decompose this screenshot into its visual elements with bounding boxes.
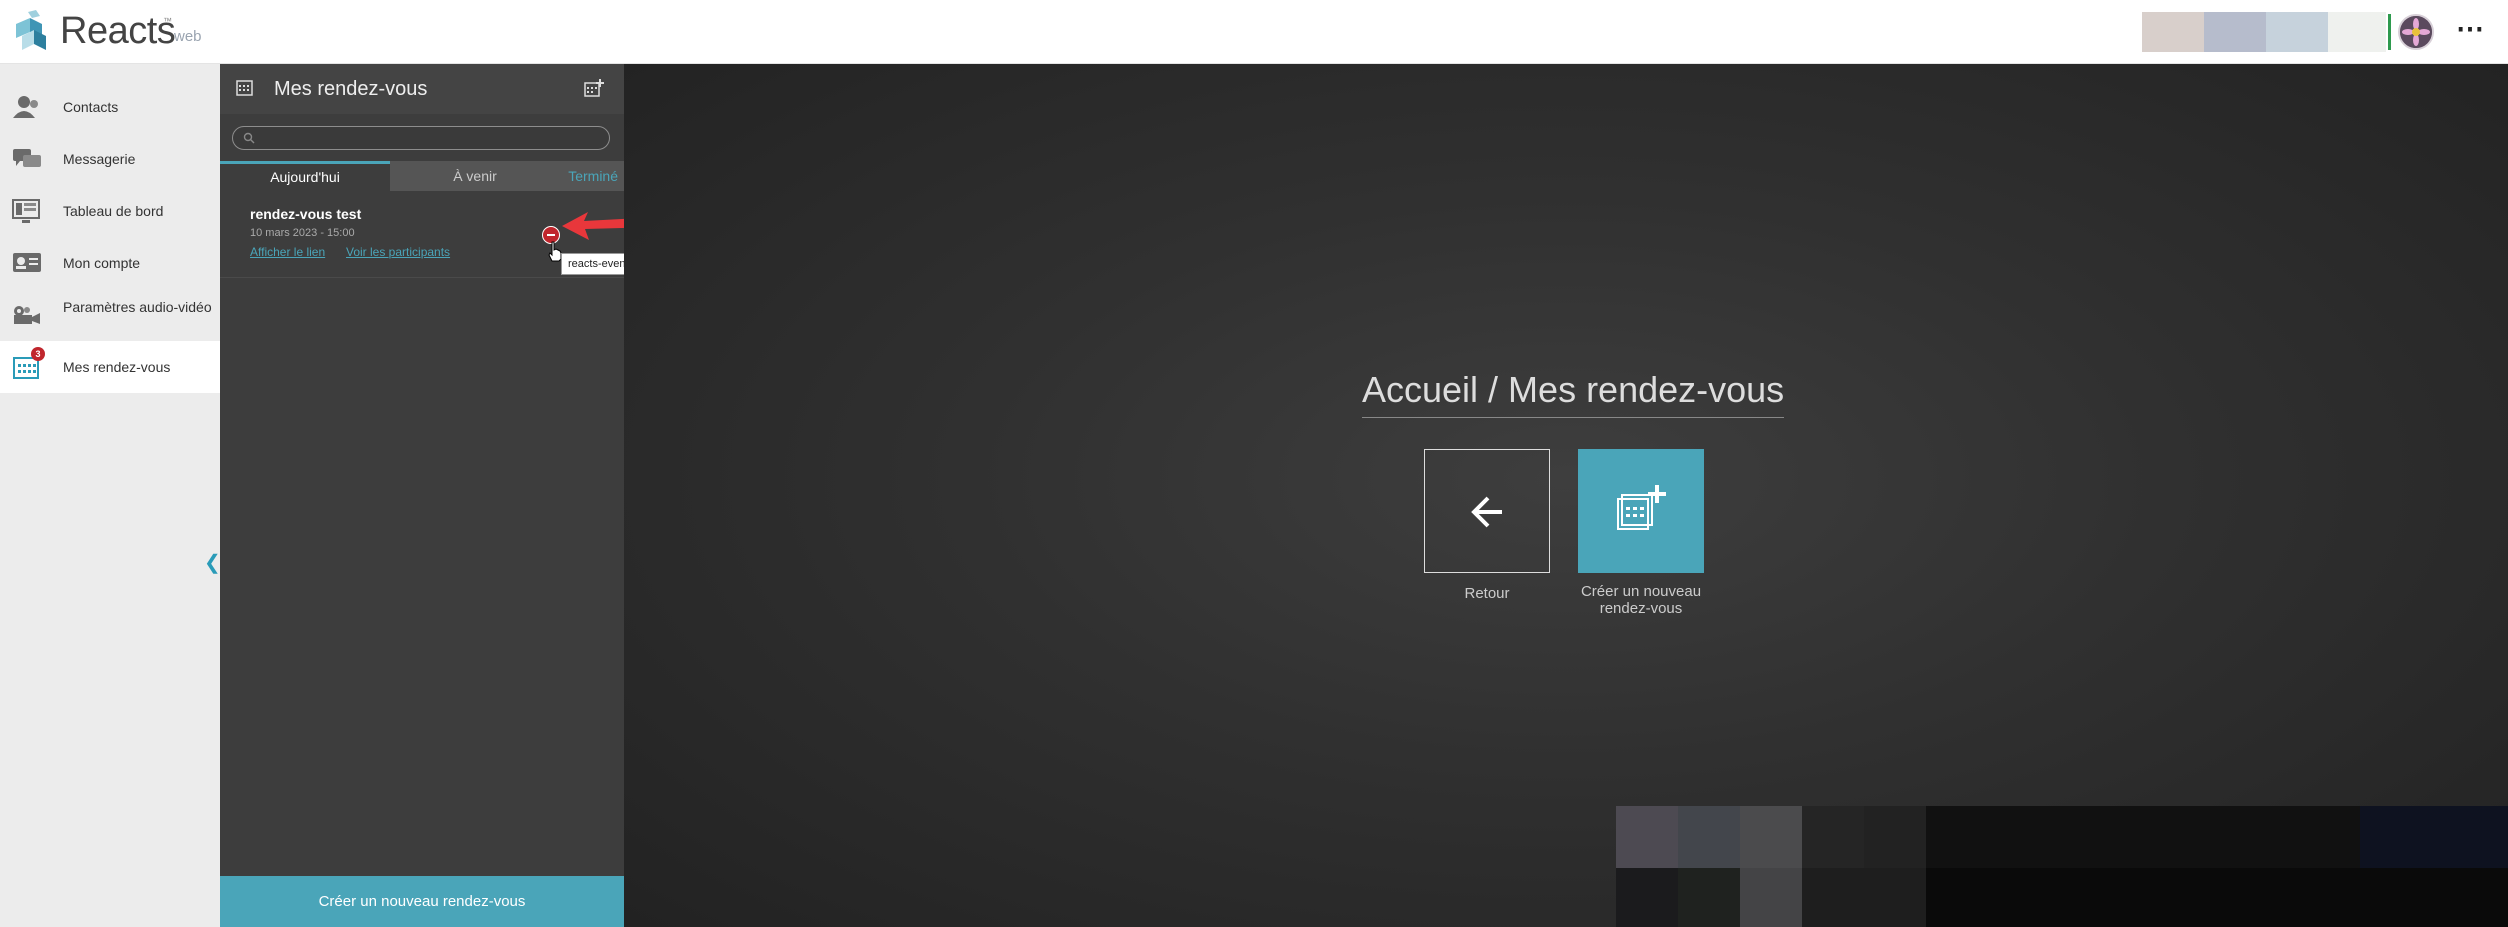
view-participants-link[interactable]: Voir les participants <box>346 245 450 259</box>
header-redacted-block <box>2328 12 2386 52</box>
sidebar-item-label: Paramètres audio-vidéo <box>63 299 212 315</box>
sidebar-item-messagerie[interactable]: Messagerie <box>0 133 220 185</box>
pixelated-region <box>1802 868 1926 927</box>
sidebar-item-tableau-de-bord[interactable]: Tableau de bord <box>0 185 220 237</box>
panel-header: Mes rendez-vous <box>220 64 624 114</box>
pixelated-region <box>2360 806 2508 868</box>
tab-aujourdhui[interactable]: Aujourd'hui <box>220 161 390 191</box>
tab-termine[interactable]: Terminé <box>560 161 624 191</box>
header-redacted-block <box>2266 12 2328 52</box>
sidebar-item-label: Mon compte <box>63 255 141 271</box>
search-icon <box>243 132 255 144</box>
sidebar-item-label: Contacts <box>63 99 119 115</box>
search-field <box>232 126 610 150</box>
header-redacted-block <box>2204 12 2266 52</box>
sidebar-item-mon-compte[interactable]: Mon compte <box>0 237 220 289</box>
pixelated-region <box>1678 806 1740 868</box>
pixelated-region <box>1926 868 2508 927</box>
more-menu-icon[interactable]: ⋯ <box>2456 12 2486 45</box>
avatar[interactable] <box>2398 14 2434 50</box>
sidebar-item-label: Tableau de bord <box>63 203 164 219</box>
contacts-icon <box>13 96 38 118</box>
breadcrumb: Accueil / Mes rendez-vous <box>1362 369 1785 418</box>
dashboard-icon <box>12 199 40 223</box>
add-calendar-icon <box>1617 485 1666 530</box>
appointments-panel: Mes rendez-vous Aujourd'hui À venir Term… <box>220 64 661 927</box>
pixelated-region <box>1740 868 1802 927</box>
new-appointment-label-line2: rendez-vous <box>1599 600 1683 617</box>
video-camera-icon <box>14 306 40 324</box>
avatar-flower-icon <box>2400 16 2432 48</box>
pixelated-region <box>1864 806 1926 868</box>
collapse-sidebar-chevron-icon[interactable]: ❮ <box>204 550 221 575</box>
chat-icon <box>13 149 41 167</box>
account-card-icon <box>13 253 41 272</box>
sidebar-item-mes-rendez-vous[interactable]: 3 Mes rendez-vous <box>0 341 220 393</box>
top-header: Reacts ™ web ⋯ <box>0 0 2508 64</box>
arrow-left-icon <box>1471 496 1502 528</box>
brand-name: Reacts <box>60 10 176 52</box>
main-content: Accueil / Mes rendez-vous Retour Créer u… <box>624 64 2508 927</box>
new-appointment-label-line1: Créer un nouveau <box>1580 583 1702 600</box>
back-label: Retour <box>1464 585 1510 602</box>
show-link-link[interactable]: Afficher le lien <box>250 245 325 259</box>
panel-title: Mes rendez-vous <box>274 78 428 100</box>
pixelated-region <box>1926 806 2360 868</box>
pixelated-region <box>1740 806 1802 868</box>
pixelated-region <box>1802 806 1864 868</box>
brand-trademark: ™ <box>163 16 172 26</box>
add-appointment-icon[interactable] <box>584 78 606 98</box>
notification-badge: 3 <box>31 347 45 361</box>
header-redacted-block <box>2142 12 2204 52</box>
back-button[interactable] <box>1424 449 1550 573</box>
new-appointment-button[interactable] <box>1578 449 1704 573</box>
pixelated-region <box>1616 806 1678 868</box>
event-date: 10 mars 2023 - 15:00 <box>250 227 355 239</box>
tab-a-venir[interactable]: À venir <box>390 161 560 191</box>
search-input[interactable] <box>259 128 599 148</box>
status-indicator <box>2388 14 2391 50</box>
sidebar-item-label: Mes rendez-vous <box>63 359 171 375</box>
calendar-icon <box>236 80 253 96</box>
sidebar-item-contacts[interactable]: Contacts <box>0 81 220 133</box>
sidebar-item-label: Messagerie <box>63 151 136 167</box>
reacts-logo-icon <box>16 10 46 50</box>
pixelated-region <box>1678 868 1740 927</box>
event-title: rendez-vous test <box>250 206 362 222</box>
brand-suffix: web <box>174 28 202 45</box>
sidebar-item-parametres-audio-video[interactable]: Paramètres audio-vidéo <box>0 289 220 341</box>
appointment-tabs: Aujourd'hui À venir Terminé <box>220 161 624 191</box>
sidebar-nav: Contacts Messagerie Tableau de bord Mon … <box>0 64 221 927</box>
pixelated-region <box>1616 868 1678 927</box>
create-appointment-button[interactable]: Créer un nouveau rendez-vous <box>220 876 624 927</box>
